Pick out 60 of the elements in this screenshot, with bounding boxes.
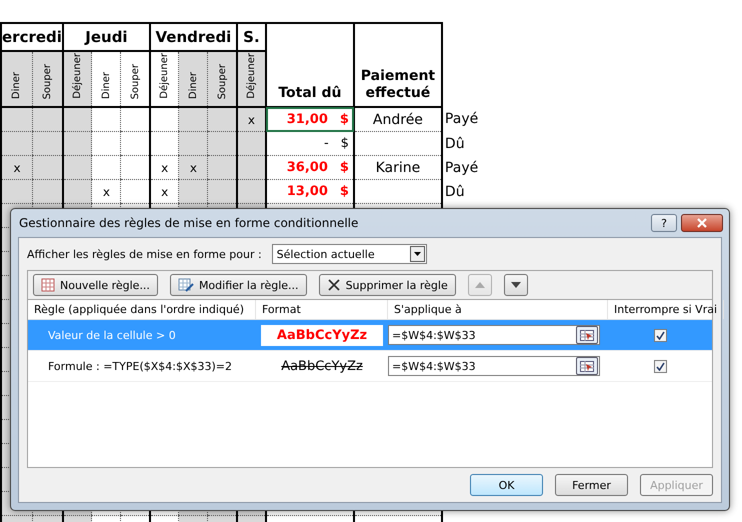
column-header: Règle (appliquée dans l'ordre indiqué)	[28, 300, 256, 319]
move-down-button[interactable]	[504, 274, 528, 296]
meal-header: Souper	[32, 51, 63, 107]
close-icon	[696, 218, 708, 228]
meal-header: Diner	[178, 51, 208, 107]
range-field[interactable]: =$W$4:$W$33	[388, 356, 600, 376]
column-header: Interrompre si Vrai	[608, 300, 724, 319]
up-arrow-icon	[474, 282, 485, 288]
table-cell: x	[161, 160, 168, 174]
down-arrow-icon	[510, 282, 521, 288]
column-header: S'applique à	[388, 300, 608, 319]
table-cell: Dû	[444, 136, 465, 152]
window-title: Gestionnaire des règles de mise en forme conditionnelle	[19, 216, 360, 230]
range-field[interactable]: =$W$4:$W$33	[388, 325, 600, 345]
meal-header: Souper	[120, 51, 150, 107]
table-cell: x	[13, 160, 21, 174]
total-cell: 13,00 $	[266, 180, 354, 204]
rule-text: Formule : =TYPE($X$4:$X$33)=2	[47, 360, 234, 372]
meal-header: Déjeuner	[150, 51, 179, 107]
delete-rule-button[interactable]: Supprimer la règle	[318, 274, 456, 296]
rule-text: Valeur de la cellule > 0	[47, 328, 177, 342]
edit-rule-icon	[178, 278, 194, 292]
table-cell: Karine	[376, 160, 420, 176]
meal-header: Souper	[208, 51, 237, 107]
format-preview: AaBbCcYyZz	[280, 358, 364, 376]
dialog-button[interactable]: OK	[470, 474, 543, 496]
stop-checkbox[interactable]	[654, 328, 666, 342]
close-button[interactable]	[681, 214, 723, 232]
table-cell: x	[161, 184, 168, 198]
table-cell: x	[248, 112, 255, 126]
edit-rule-button[interactable]: Modifier la règle...	[170, 274, 307, 296]
total-cell: - $	[266, 132, 354, 156]
rule-row[interactable]: Valeur de la cellule > 0 AaBbCcYyZz =$W$4:$W$33	[28, 320, 712, 351]
range-picker-icon[interactable]	[576, 326, 598, 344]
table-cell: Andrée	[372, 112, 423, 128]
column-header: Paiement effectué	[354, 23, 442, 107]
range-picker-icon[interactable]	[576, 357, 598, 375]
meal-header: Déjeuner	[62, 51, 92, 107]
total-cell: 31,00 $	[266, 107, 354, 132]
new-rule-button[interactable]: Nouvelle règle...	[33, 274, 158, 296]
meal-header: Diner	[1, 51, 32, 107]
help-button[interactable]: ?	[651, 214, 677, 232]
format-preview: AaBbCcYyZz	[261, 324, 383, 346]
scope-dropdown[interactable]: Sélection actuelle	[272, 244, 427, 264]
field-label: Afficher les règles de mise en forme pour :	[27, 248, 262, 260]
caret-icon	[414, 252, 421, 256]
table-cell: x	[190, 160, 197, 174]
table-cell: Dû	[444, 184, 465, 200]
meal-header: Diner	[92, 51, 121, 107]
total-cell: 36,00 $	[266, 156, 354, 180]
table-cell: x	[102, 184, 110, 198]
stop-checkbox[interactable]	[654, 360, 666, 372]
day-header: ercredi	[1, 23, 63, 51]
table-cell: Payé	[444, 111, 478, 128]
column-header: Format	[256, 300, 388, 319]
delete-icon	[326, 278, 341, 292]
dialog-button[interactable]: Fermer	[555, 474, 628, 496]
table-cell: Payé	[444, 160, 478, 176]
meal-header: Déjeuner	[236, 51, 266, 107]
new-rule-icon	[41, 278, 55, 292]
